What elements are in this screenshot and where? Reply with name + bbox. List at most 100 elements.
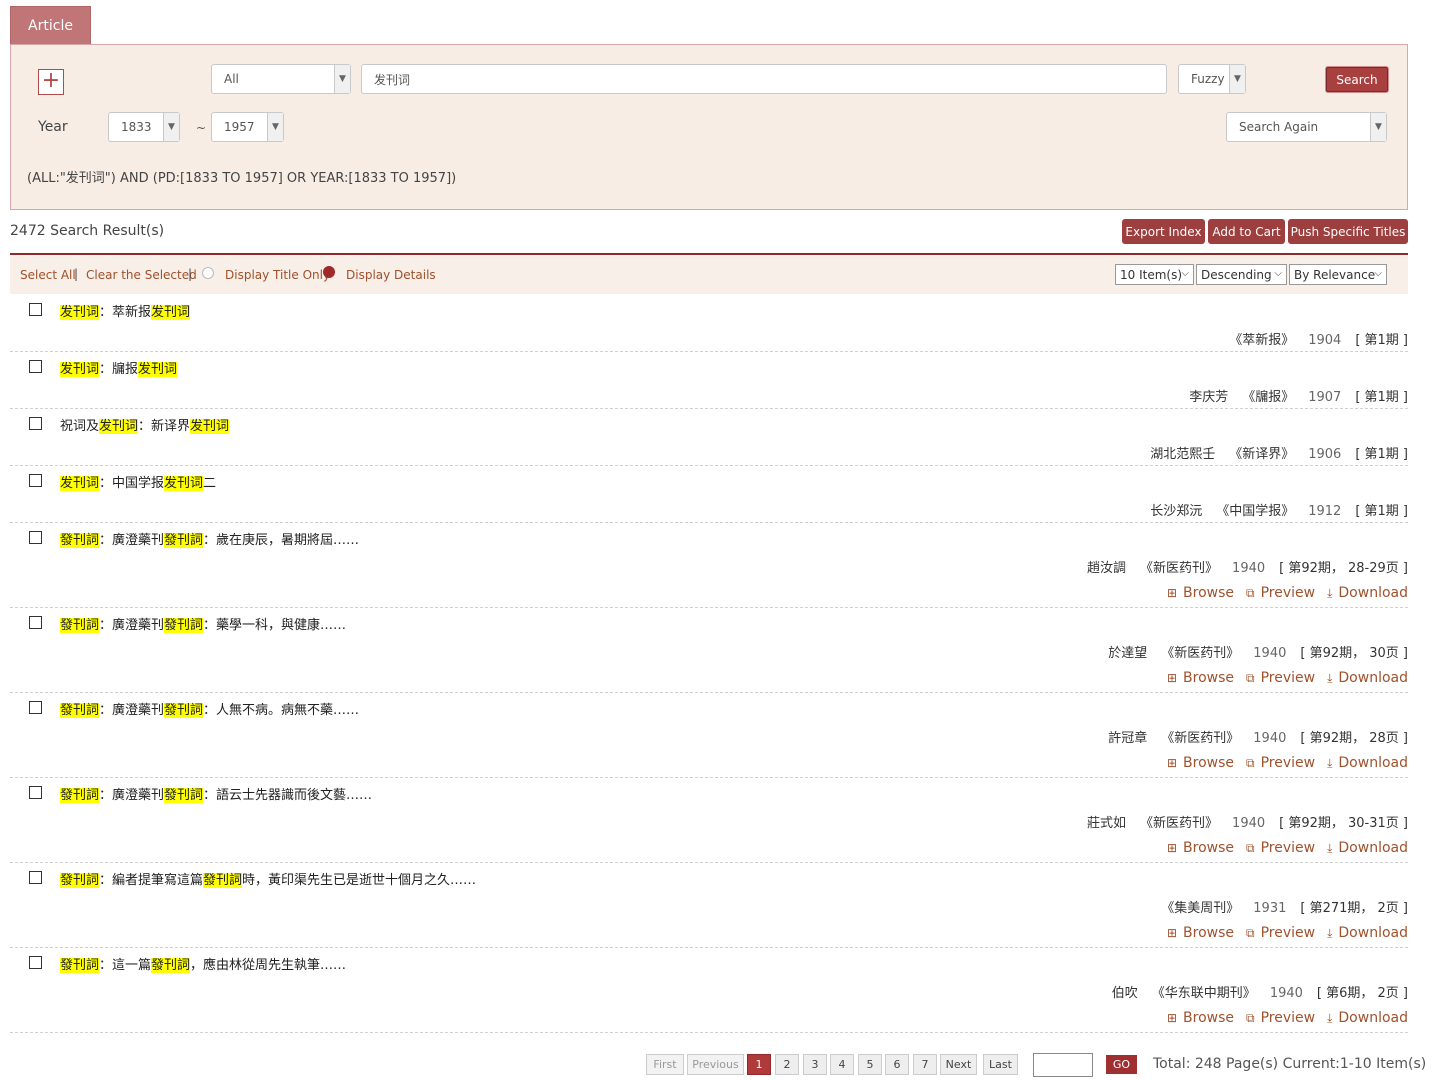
next-page-button[interactable]: Next: [940, 1054, 977, 1075]
result-checkbox[interactable]: [29, 871, 42, 884]
download-link[interactable]: ⤓ Download: [1327, 755, 1408, 771]
result-title[interactable]: 发刊词：牖报发刊词: [60, 358, 178, 377]
page-number-input[interactable]: [1033, 1053, 1093, 1077]
result-year: 1940: [1232, 561, 1266, 576]
per-page-select[interactable]: 10 Item(s) ⌵: [1115, 264, 1194, 285]
result-checkbox[interactable]: [29, 956, 42, 969]
chevron-down-icon: ⌵: [1181, 268, 1189, 279]
result-checkbox[interactable]: [29, 616, 42, 629]
result-meta: 許冠章 《新医药刊》 1940 [ 第92期， 28页 ]: [1094, 727, 1408, 746]
select-all-link[interactable]: Select All: [20, 268, 76, 282]
result-checkbox[interactable]: [29, 531, 42, 544]
last-page-button[interactable]: Last: [983, 1054, 1018, 1075]
result-title[interactable]: 發刊詞：廣澄藥刊發刊詞：人無不病。病無不藥……: [60, 699, 359, 718]
preview-link[interactable]: ⧉ Preview: [1246, 1010, 1315, 1026]
first-page-button[interactable]: First: [646, 1054, 684, 1075]
search-again-select[interactable]: Search Again ▼: [1226, 112, 1387, 142]
result-checkbox[interactable]: [29, 701, 42, 714]
match-select[interactable]: Fuzzy ▼: [1178, 64, 1246, 94]
result-journal[interactable]: 《萃新报》: [1229, 333, 1294, 348]
display-details-label[interactable]: Display Details: [346, 268, 436, 282]
result-title[interactable]: 发刊词：中国学报发刊词二: [60, 472, 216, 491]
browse-link[interactable]: ⊞ Browse: [1167, 1010, 1234, 1026]
page-2-button[interactable]: 2: [775, 1054, 799, 1075]
result-actions: ⊞ Browse ⧉ Preview ⤓ Download: [1167, 755, 1408, 771]
result-title[interactable]: 发刊词：萃新报发刊词: [60, 301, 191, 320]
result-journal[interactable]: 《华东联中期刊》: [1152, 986, 1256, 1001]
sort-select[interactable]: By Relevance ⌵: [1289, 264, 1387, 285]
result-title[interactable]: 發刊詞：廣澄藥刊發刊詞：歲在庚辰，暑期將屆……: [60, 529, 359, 548]
grid-icon: ⊞: [1166, 586, 1178, 600]
browse-link[interactable]: ⊞ Browse: [1167, 670, 1234, 686]
result-journal[interactable]: 《集美周刊》: [1161, 901, 1239, 916]
download-link[interactable]: ⤓ Download: [1327, 1010, 1408, 1026]
year-from-select[interactable]: 1833 ▼: [108, 112, 180, 142]
result-checkbox[interactable]: [29, 303, 42, 316]
download-link[interactable]: ⤓ Download: [1327, 925, 1408, 941]
download-link[interactable]: ⤓ Download: [1327, 840, 1408, 856]
preview-link[interactable]: ⧉ Preview: [1246, 925, 1315, 941]
page-3-button[interactable]: 3: [803, 1054, 827, 1075]
result-journal[interactable]: 《新译界》: [1229, 447, 1294, 462]
preview-link[interactable]: ⧉ Preview: [1246, 840, 1315, 856]
result-journal[interactable]: 《牖报》: [1242, 390, 1294, 405]
go-button[interactable]: GO: [1106, 1055, 1137, 1074]
preview-link[interactable]: ⧉ Preview: [1246, 755, 1315, 771]
result-checkbox[interactable]: [29, 360, 42, 373]
preview-icon: ⧉: [1246, 925, 1255, 940]
browse-link[interactable]: ⊞ Browse: [1167, 755, 1234, 771]
title-text: ，應由林從周先生執筆……: [190, 958, 347, 973]
browse-link[interactable]: ⊞ Browse: [1167, 585, 1234, 601]
result-title[interactable]: 發刊詞：編者提筆寫這篇發刊詞時，黃印渠先生已是逝世十個月之久……: [60, 869, 476, 888]
separator: |: [188, 267, 193, 281]
previous-page-button[interactable]: Previous: [687, 1054, 744, 1075]
result-year: 1940: [1253, 731, 1287, 746]
tab-article[interactable]: Article: [10, 6, 91, 44]
result-author: 湖北范熙壬: [1150, 447, 1216, 462]
search-again-value: Search Again: [1239, 120, 1319, 134]
preview-link[interactable]: ⧉ Preview: [1246, 670, 1315, 686]
result-title[interactable]: 祝词及发刊词：新译界发刊词: [60, 415, 230, 434]
result-issue: [ 第92期， 28-29页 ]: [1279, 561, 1408, 576]
download-link[interactable]: ⤓ Download: [1327, 670, 1408, 686]
result-journal[interactable]: 《新医药刊》: [1161, 646, 1239, 661]
search-button[interactable]: Search: [1326, 67, 1388, 92]
result-checkbox[interactable]: [29, 474, 42, 487]
year-to-select[interactable]: 1957 ▼: [211, 112, 284, 142]
title-highlight: 发刊词: [60, 305, 100, 320]
result-journal[interactable]: 《新医药刊》: [1140, 816, 1218, 831]
page-6-button[interactable]: 6: [885, 1054, 909, 1075]
preview-link[interactable]: ⧉ Preview: [1246, 585, 1315, 601]
export-index-button[interactable]: Export Index: [1122, 219, 1205, 244]
search-input[interactable]: [361, 64, 1167, 94]
clear-selected-link[interactable]: Clear the Selected: [86, 268, 197, 282]
field-select[interactable]: All ▼: [211, 64, 351, 94]
result-checkbox[interactable]: [29, 417, 42, 430]
order-select[interactable]: Descending ⌵: [1196, 264, 1287, 285]
result-title[interactable]: 發刊詞：廣澄藥刊發刊詞：語云士先器識而後文藝……: [60, 784, 372, 803]
page-7-button[interactable]: 7: [913, 1054, 937, 1075]
result-journal[interactable]: 《中国学报》: [1216, 504, 1294, 519]
download-link[interactable]: ⤓ Download: [1327, 585, 1408, 601]
result-year: 1912: [1308, 504, 1342, 519]
result-title[interactable]: 發刊詞：這一篇發刊詞，應由林從周先生執筆……: [60, 954, 346, 973]
page-4-button[interactable]: 4: [830, 1054, 854, 1075]
grid-icon: ⊞: [1166, 756, 1178, 770]
add-to-cart-button[interactable]: Add to Cart: [1208, 219, 1285, 244]
preview-link-label: Preview: [1260, 1010, 1316, 1026]
result-journal[interactable]: 《新医药刊》: [1161, 731, 1239, 746]
result-title[interactable]: 發刊詞：廣澄藥刊發刊詞：藥學一科，與健康……: [60, 614, 346, 633]
page-1-button[interactable]: 1: [747, 1054, 771, 1075]
download-link-label: Download: [1338, 585, 1408, 601]
result-checkbox[interactable]: [29, 786, 42, 799]
display-details-radio[interactable]: [323, 266, 335, 278]
result-issue: [ 第271期， 2页 ]: [1300, 901, 1408, 916]
display-title-only-radio[interactable]: [202, 267, 214, 279]
add-condition-button[interactable]: +: [38, 69, 64, 95]
display-title-only-label[interactable]: Display Title Only: [225, 268, 330, 282]
push-specific-titles-button[interactable]: Push Specific Titles: [1288, 219, 1408, 244]
result-journal[interactable]: 《新医药刊》: [1140, 561, 1218, 576]
page-5-button[interactable]: 5: [858, 1054, 882, 1075]
browse-link[interactable]: ⊞ Browse: [1167, 840, 1234, 856]
browse-link[interactable]: ⊞ Browse: [1167, 925, 1234, 941]
